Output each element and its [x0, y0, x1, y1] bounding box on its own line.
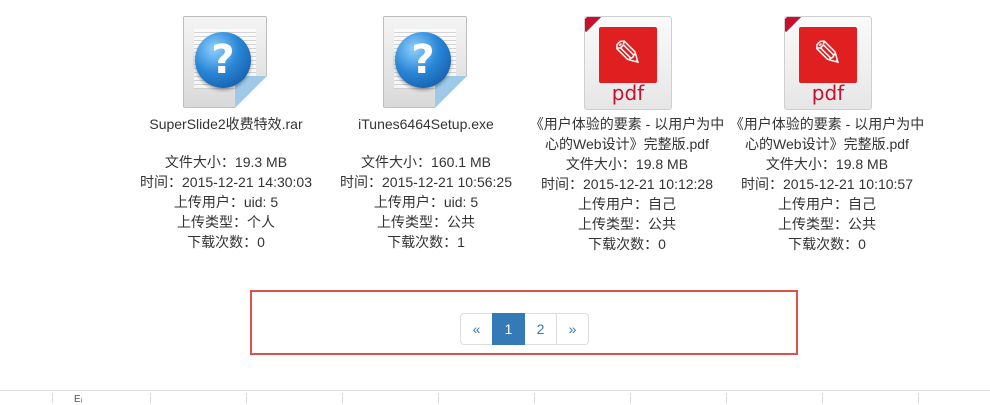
file-name[interactable]: 《用户体验的要素 - 以用户为中心的Web设计》完整版.pdf [527, 114, 727, 154]
download-count: 下载次数：1 [387, 234, 465, 250]
pagination: « 1 2 » [460, 313, 589, 345]
file-card[interactable]: ? SuperSlide2收费特效.rar 文件大小：19.3 MB 时间：20… [126, 14, 326, 252]
page-1-button[interactable]: 1 [492, 313, 525, 345]
file-name[interactable]: iTunes6464Setup.exe [326, 114, 526, 134]
unknown-file-icon[interactable]: ? [181, 14, 271, 110]
upload-user: 上传用户：自己 [578, 196, 676, 212]
upload-type: 上传类型：公共 [377, 214, 475, 230]
page-2-button[interactable]: 2 [524, 313, 557, 345]
upload-time: 时间：2015-12-21 10:56:25 [340, 174, 512, 190]
file-name[interactable]: 《用户体验的要素 - 以用户为中心的Web设计》完整版.pdf [727, 114, 927, 154]
download-count: 下载次数：0 [187, 234, 265, 250]
download-count: 下载次数：0 [788, 236, 866, 252]
pdf-file-icon[interactable]: ✎ pdf [782, 14, 872, 110]
prev-page-button[interactable]: « [460, 313, 493, 345]
upload-time: 时间：2015-12-21 14:30:03 [140, 174, 312, 190]
download-count: 下载次数：0 [588, 236, 666, 252]
pdf-file-icon[interactable]: ✎ pdf [582, 14, 672, 110]
upload-type: 上传类型：公共 [578, 216, 676, 232]
pdf-icon-label: pdf [811, 81, 845, 105]
upload-type: 上传类型：公共 [778, 216, 876, 232]
file-card[interactable]: ✎ pdf 《用户体验的要素 - 以用户为中心的Web设计》完整版.pdf 文件… [527, 14, 727, 254]
unknown-file-icon[interactable]: ? [381, 14, 471, 110]
upload-user: 上传用户：uid: 5 [173, 194, 279, 210]
file-card[interactable]: ✎ pdf 《用户体验的要素 - 以用户为中心的Web设计》完整版.pdf 文件… [727, 14, 927, 254]
next-page-button[interactable]: » [556, 313, 589, 345]
file-grid: ? SuperSlide2收费特效.rar 文件大小：19.3 MB 时间：20… [0, 0, 990, 270]
upload-user: 上传用户：自己 [778, 196, 876, 212]
column-header-text: Eᵢ [74, 394, 83, 405]
upload-time: 时间：2015-12-21 10:10:57 [741, 176, 913, 192]
file-name[interactable]: SuperSlide2收费特效.rar [126, 114, 326, 134]
pagination-highlight-box: « 1 2 » [250, 290, 798, 355]
upload-type: 上传类型：个人 [177, 214, 275, 230]
upload-time: 时间：2015-12-21 10:12:28 [541, 176, 713, 192]
file-size: 文件大小：19.8 MB [765, 156, 889, 172]
pdf-icon-label: pdf [611, 81, 645, 105]
bottom-table-header-strip: Eᵢ [0, 390, 990, 405]
file-card[interactable]: ? iTunes6464Setup.exe 文件大小：160.1 MB 时间：2… [326, 14, 526, 252]
file-size: 文件大小：160.1 MB [361, 154, 491, 170]
file-size: 文件大小：19.3 MB [164, 154, 288, 170]
file-size: 文件大小：19.8 MB [565, 156, 689, 172]
upload-user: 上传用户：uid: 5 [373, 194, 479, 210]
